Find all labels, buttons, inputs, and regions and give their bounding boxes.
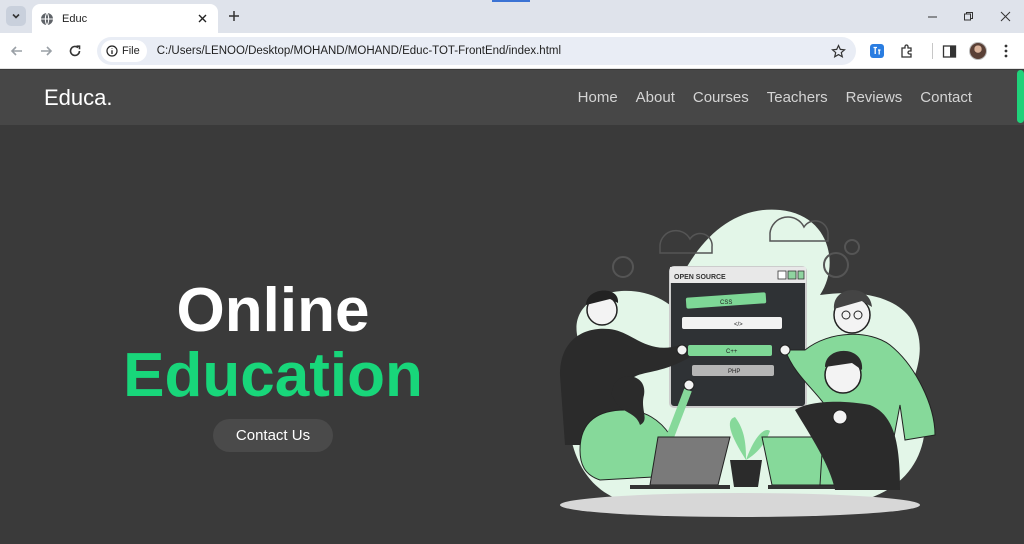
browser-toolbar: File C:/Users/LENOO/Desktop/MOHAND/MOHAN… xyxy=(0,33,1024,69)
site-info-chip[interactable]: File xyxy=(101,40,147,62)
minimize-icon xyxy=(927,16,937,17)
nav-link-reviews[interactable]: Reviews xyxy=(846,89,903,106)
reload-icon xyxy=(69,45,81,57)
new-tab-button[interactable] xyxy=(225,7,243,25)
close-icon xyxy=(1000,11,1010,21)
code-tag-cpp: C++ xyxy=(726,349,738,355)
extensions-button[interactable] xyxy=(897,41,917,61)
tab-title: Educ xyxy=(62,12,88,25)
chevron-down-icon xyxy=(12,13,20,19)
bookmark-star-icon[interactable] xyxy=(828,41,848,61)
main-nav: Home About Courses Teachers Reviews Cont… xyxy=(560,89,972,106)
tab-search-button[interactable] xyxy=(6,6,26,26)
panel-title: OPEN SOURCE xyxy=(674,274,726,281)
menu-button[interactable] xyxy=(996,41,1016,61)
code-tag-css: CSS xyxy=(720,300,732,306)
nav-link-home[interactable]: Home xyxy=(578,89,618,106)
close-window-button[interactable] xyxy=(995,7,1015,25)
minimize-button[interactable] xyxy=(922,7,942,25)
translate-extension-icon xyxy=(870,44,884,58)
code-tag-html: </> xyxy=(734,322,743,328)
forward-button[interactable] xyxy=(36,41,56,61)
nav-link-about[interactable]: About xyxy=(636,89,675,106)
puzzle-icon xyxy=(901,44,912,58)
arrow-left-icon xyxy=(10,46,22,56)
hero-title-line-1: Online xyxy=(176,276,370,345)
nav-link-contact[interactable]: Contact xyxy=(920,89,972,106)
code-tag-php: PHP xyxy=(728,369,740,375)
profile-avatar[interactable] xyxy=(969,42,987,60)
tab-strip: Educ xyxy=(0,0,1024,33)
reload-button[interactable] xyxy=(65,41,85,61)
close-tab-icon[interactable] xyxy=(194,11,210,27)
info-icon xyxy=(106,45,118,57)
tab-scroll-indicator xyxy=(492,0,530,2)
back-button[interactable] xyxy=(7,41,27,61)
nav-link-teachers[interactable]: Teachers xyxy=(767,89,828,106)
browser-tab[interactable]: Educ xyxy=(32,4,218,33)
restore-button[interactable] xyxy=(958,7,978,25)
hero-title-line-2: Education xyxy=(123,341,423,410)
nav-link-courses[interactable]: Courses xyxy=(693,89,749,106)
site-header: Educa. Home About Courses Teachers Revie… xyxy=(0,70,1024,125)
hero-illustration: OPEN SOURCE CSS </> C++ PHP xyxy=(560,209,936,517)
more-vertical-icon xyxy=(1004,44,1008,58)
side-panel-button[interactable] xyxy=(939,41,959,61)
site-chip-label: File xyxy=(122,45,140,57)
toolbar-separator xyxy=(932,43,933,59)
address-bar[interactable]: File C:/Users/LENOO/Desktop/MOHAND/MOHAN… xyxy=(97,37,856,65)
contact-us-button[interactable]: Contact Us xyxy=(213,419,333,452)
plus-icon xyxy=(229,11,239,21)
gear-icon xyxy=(612,256,634,278)
page-scrollbar-thumb[interactable] xyxy=(1017,70,1024,123)
ground-shadow xyxy=(560,493,920,517)
side-panel-icon xyxy=(942,44,956,58)
site-logo[interactable]: Educa. xyxy=(44,85,113,111)
extension-translate-button[interactable] xyxy=(867,41,887,61)
url-text[interactable]: C:/Users/LENOO/Desktop/MOHAND/MOHAND/Edu… xyxy=(157,45,828,57)
globe-icon xyxy=(40,12,54,26)
arrow-right-icon xyxy=(41,46,53,56)
gear-icon xyxy=(844,239,860,255)
page-viewport: Educa. Home About Courses Teachers Revie… xyxy=(0,70,1024,544)
restore-icon xyxy=(963,11,973,20)
